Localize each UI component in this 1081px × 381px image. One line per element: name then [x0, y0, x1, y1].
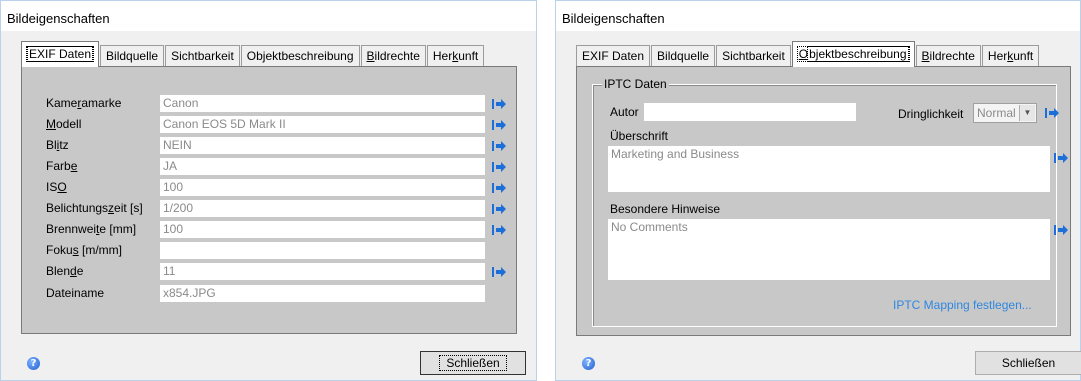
- group-title: IPTC Daten: [602, 77, 669, 91]
- hinweise-label: Besondere Hinweise: [610, 202, 721, 216]
- dringlichkeit-label: Dringlichkeit: [898, 107, 964, 121]
- iptc-panel: IPTC Daten Autor Dringlichkeit Normal ▼ …: [576, 66, 1071, 336]
- arrow-right-icon[interactable]: [492, 203, 507, 215]
- field-label: Belichtungszeit [s]: [46, 201, 143, 215]
- window-title: Bildeigenschaften: [556, 1, 1080, 31]
- chevron-down-icon[interactable]: ▼: [1019, 105, 1035, 121]
- field-value[interactable]: 100: [160, 179, 485, 196]
- close-button[interactable]: Schließen: [420, 351, 526, 375]
- tab-bildrechte[interactable]: Bildrechte: [360, 45, 426, 67]
- iptc-mapping-link[interactable]: IPTC Mapping festlegen...: [893, 298, 1032, 312]
- close-button[interactable]: Schließen: [975, 351, 1081, 375]
- tab-sichtbarkeit[interactable]: Sichtbarkeit: [165, 45, 240, 67]
- autor-field[interactable]: [644, 103, 856, 121]
- field-value[interactable]: JA: [160, 158, 485, 175]
- arrow-right-icon[interactable]: [492, 182, 507, 194]
- tab-herkunft[interactable]: Herkunft: [426, 45, 485, 67]
- window-title: Bildeigenschaften: [1, 1, 536, 31]
- help-icon[interactable]: ?: [582, 357, 595, 370]
- tab-herkunft[interactable]: Herkunft: [981, 45, 1040, 67]
- arrow-right-icon[interactable]: [492, 119, 507, 131]
- field-value[interactable]: NEIN: [160, 137, 485, 154]
- arrow-right-icon[interactable]: [1054, 224, 1069, 236]
- field-label: Modell: [46, 117, 82, 131]
- tab-bildquelle[interactable]: Bildquelle: [651, 45, 716, 67]
- field-label: Blitz: [46, 138, 69, 152]
- arrow-right-icon[interactable]: [1054, 152, 1069, 164]
- ueberschrift-field[interactable]: Marketing and Business: [608, 146, 1050, 192]
- field-label: Blende: [46, 264, 84, 278]
- field-value[interactable]: [160, 242, 485, 259]
- arrow-right-icon[interactable]: [492, 98, 507, 110]
- dringlichkeit-select[interactable]: Normal ▼: [973, 103, 1037, 123]
- tab-objektbeschreibung[interactable]: Objektbeschreibung: [240, 45, 360, 67]
- tab-bildrechte[interactable]: Bildrechte: [915, 45, 981, 67]
- arrow-right-icon[interactable]: [492, 140, 507, 152]
- tab-exif-daten[interactable]: EXIF Daten: [21, 41, 100, 67]
- field-label: ISO: [46, 180, 67, 194]
- tab-bar: EXIF Daten Bildquelle Sichtbarkeit Objek…: [576, 41, 1040, 67]
- field-value[interactable]: 1/200: [160, 200, 485, 217]
- field-value[interactable]: Canon EOS 5D Mark II: [160, 116, 485, 133]
- arrow-right-icon[interactable]: [1045, 107, 1060, 119]
- field-label: Brennweite [mm]: [46, 222, 137, 236]
- dialog-iptc: Bildeigenschaften EXIF Daten Bildquelle …: [555, 0, 1081, 381]
- tab-exif-daten[interactable]: EXIF Daten: [576, 45, 651, 67]
- ueberschrift-label: Überschrift: [610, 129, 669, 143]
- tab-bar: EXIF Daten Bildquelle Sichtbarkeit Objek…: [21, 41, 485, 67]
- field-label: Farbe: [46, 159, 78, 173]
- field-value[interactable]: x854.JPG: [160, 285, 485, 302]
- tab-objektbeschreibung[interactable]: Objektbeschreibung: [791, 41, 915, 67]
- field-value[interactable]: 100: [160, 221, 485, 238]
- exif-panel: Kameramarke Canon Modell Canon EOS 5D Mark …: [21, 66, 517, 334]
- field-label: Dateiname: [46, 286, 105, 300]
- field-value[interactable]: Canon: [160, 95, 485, 112]
- tab-bildquelle[interactable]: Bildquelle: [100, 45, 165, 67]
- field-value[interactable]: 11: [160, 263, 485, 280]
- hinweise-field[interactable]: No Comments: [608, 219, 1050, 280]
- arrow-right-icon[interactable]: [492, 266, 507, 278]
- arrow-right-icon[interactable]: [492, 161, 507, 173]
- dialog-exif: Bildeigenschaften EXIF Daten Bildquelle …: [0, 0, 537, 381]
- field-label: Kameramarke: [46, 96, 122, 110]
- field-label: Fokus [m/mm]: [46, 243, 123, 257]
- autor-label: Autor: [610, 105, 639, 119]
- help-icon[interactable]: ?: [27, 357, 40, 370]
- arrow-right-icon[interactable]: [492, 224, 507, 236]
- tab-sichtbarkeit[interactable]: Sichtbarkeit: [716, 45, 791, 67]
